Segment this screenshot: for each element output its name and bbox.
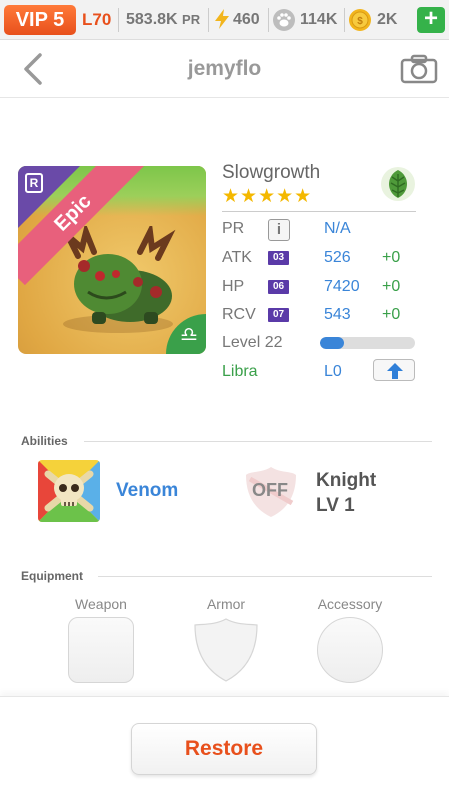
zodiac-level: L0 bbox=[324, 363, 342, 380]
divider bbox=[222, 211, 416, 212]
rarity-badge: R bbox=[25, 173, 43, 193]
lightning-icon bbox=[215, 9, 229, 29]
stat-label-hp: HP bbox=[222, 278, 245, 295]
resource-bar: VIP 5 L70 583.8K PR 460 114K $ 2K + bbox=[0, 0, 449, 40]
level-progress-fill bbox=[320, 337, 344, 349]
divider bbox=[118, 8, 119, 32]
abilities-heading: Abilities bbox=[21, 434, 68, 448]
stat-value-pr: N/A bbox=[324, 220, 351, 237]
stat-label-rcv: RCV bbox=[222, 306, 256, 323]
monster-portrait[interactable]: Epic R ♎ bbox=[18, 166, 206, 354]
leaf-icon bbox=[381, 167, 415, 201]
stat-bonus-atk: +0 bbox=[382, 249, 401, 266]
libra-icon: ♎ bbox=[180, 324, 198, 346]
stat-bonus-hp: +0 bbox=[382, 278, 401, 295]
zodiac-name: Libra bbox=[222, 363, 258, 380]
restore-button[interactable]: Restore bbox=[131, 723, 317, 775]
stat-badge-hp: 06 bbox=[268, 280, 289, 294]
ability-off-label: OFF bbox=[252, 480, 288, 500]
food-count: 114K bbox=[300, 11, 338, 28]
weapon-slot[interactable] bbox=[68, 617, 134, 683]
camera-icon[interactable] bbox=[400, 53, 438, 85]
equipment-heading: Equipment bbox=[21, 569, 83, 583]
ability-name-knight[interactable]: Knight bbox=[316, 470, 376, 492]
power-rating-unit: PR bbox=[182, 12, 201, 27]
ability-name-venom[interactable]: Venom bbox=[116, 480, 178, 502]
divider bbox=[344, 8, 345, 32]
power-rating: 583.8K PR bbox=[126, 6, 200, 34]
info-button[interactable]: i bbox=[268, 219, 290, 241]
coin-count: 2K bbox=[377, 11, 398, 28]
skull-icon bbox=[38, 460, 100, 522]
player-level: L70 bbox=[82, 10, 112, 29]
divider bbox=[208, 8, 209, 32]
monster-name: Slowgrowth bbox=[222, 162, 321, 183]
arrow-up-icon bbox=[387, 363, 403, 379]
divider bbox=[98, 576, 432, 577]
level-progress-bar bbox=[320, 337, 415, 349]
add-currency-button[interactable]: + bbox=[417, 7, 445, 33]
stat-value-hp: 7420 bbox=[324, 278, 360, 295]
vip-badge[interactable]: VIP 5 bbox=[4, 5, 76, 35]
stat-badge-rcv: 07 bbox=[268, 308, 289, 322]
divider bbox=[268, 8, 269, 32]
coin-icon: $ bbox=[349, 9, 371, 31]
monster-image bbox=[63, 226, 176, 333]
paw-icon bbox=[273, 9, 295, 31]
navigation-bar: jemyflo bbox=[0, 40, 449, 98]
svg-text:$: $ bbox=[357, 16, 363, 27]
ability-level-knight: LV 1 bbox=[316, 495, 355, 516]
upgrade-button[interactable] bbox=[373, 359, 415, 381]
stat-value-rcv: 543 bbox=[324, 306, 351, 323]
armor-slot[interactable] bbox=[193, 617, 259, 683]
divider bbox=[84, 441, 432, 442]
armor-label: Armor bbox=[206, 596, 246, 612]
accessory-slot[interactable] bbox=[317, 617, 383, 683]
stat-label-atk: ATK bbox=[222, 249, 252, 266]
stat-label-pr: PR bbox=[222, 220, 245, 237]
page-title: jemyflo bbox=[187, 57, 262, 80]
power-rating-value: 583.8K bbox=[126, 11, 178, 28]
venom-ability-icon[interactable] bbox=[38, 460, 100, 522]
accessory-label: Accessory bbox=[317, 596, 383, 612]
stat-value-atk: 526 bbox=[324, 249, 351, 266]
stat-bonus-rcv: +0 bbox=[382, 306, 401, 323]
star-rating: ★★★★★ bbox=[222, 186, 313, 207]
energy-count: 460 bbox=[233, 11, 260, 28]
weapon-label: Weapon bbox=[75, 596, 127, 612]
stat-badge-atk: 03 bbox=[268, 251, 289, 265]
level-label: Level 22 bbox=[222, 334, 283, 351]
